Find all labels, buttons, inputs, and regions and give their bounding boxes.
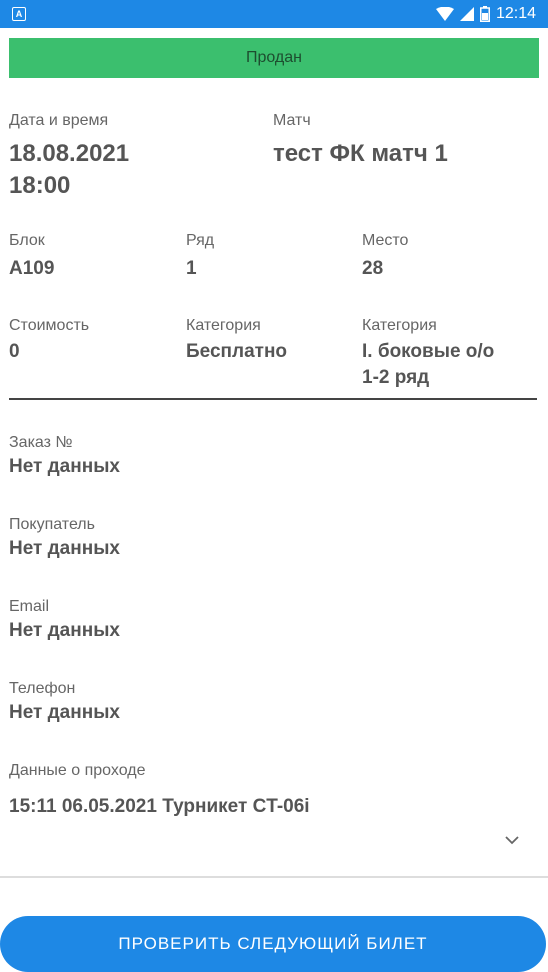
email-field: Email Нет данных xyxy=(9,596,120,644)
order-number-value: Нет данных xyxy=(9,456,120,477)
price-field: Стоимость 0 xyxy=(9,315,89,365)
category-label: Категория xyxy=(186,317,261,334)
email-value: Нет данных xyxy=(9,620,120,641)
battery-icon xyxy=(479,6,490,22)
wifi-icon xyxy=(435,7,454,21)
seat-category-line1: I. боковые о/о xyxy=(362,341,495,362)
check-next-ticket-label: ПРОВЕРИТЬ СЛЕДУЮЩИЙ БИЛЕТ xyxy=(118,934,428,953)
chevron-down-icon[interactable] xyxy=(503,834,521,846)
block-label: Блок xyxy=(9,232,45,249)
datetime-field: Дата и время 18.08.2021 18:00 xyxy=(9,110,129,202)
buyer-field: Покупатель Нет данных xyxy=(9,514,120,562)
row-field: Ряд 1 xyxy=(186,230,214,282)
passage-label: Данные о проходе xyxy=(9,762,146,779)
signal-icon xyxy=(459,7,474,21)
category-value: Бесплатно xyxy=(186,341,288,362)
category-field: Категория Бесплатно xyxy=(186,315,287,365)
row-label: Ряд xyxy=(186,232,215,249)
seat-value: 28 xyxy=(362,258,384,279)
price-label: Стоимость xyxy=(9,317,90,334)
price-value: 0 xyxy=(9,341,20,362)
match-label: Матч xyxy=(273,112,311,129)
datetime-label: Дата и время xyxy=(9,112,109,129)
buyer-value: Нет данных xyxy=(9,538,120,559)
buyer-label: Покупатель xyxy=(9,516,95,533)
status-icons: 12:14 xyxy=(435,5,536,23)
ticket-status-banner: Продан xyxy=(9,38,539,78)
app-notification-icon: A xyxy=(12,7,26,21)
seat-category-line2: 1-2 ряд xyxy=(362,367,430,388)
seat-category-field: Категория I. боковые о/о 1-2 ряд xyxy=(362,315,494,391)
passage-field: Данные о проходе 15:11 06.05.2021 Турник… xyxy=(9,760,310,820)
phone-value: Нет данных xyxy=(9,702,120,723)
phone-field: Телефон Нет данных xyxy=(9,678,120,726)
match-field: Матч тест ФК матч 1 xyxy=(273,110,448,170)
order-number-field: Заказ № Нет данных xyxy=(9,432,120,480)
datetime-date: 18.08.2021 xyxy=(9,140,130,167)
section-divider xyxy=(9,398,537,400)
check-next-ticket-button[interactable]: ПРОВЕРИТЬ СЛЕДУЮЩИЙ БИЛЕТ xyxy=(0,916,546,972)
phone-label: Телефон xyxy=(9,680,76,697)
status-bar: A 12:14 xyxy=(0,0,548,28)
ticket-status-text: Продан xyxy=(245,49,302,66)
row-value: 1 xyxy=(186,258,197,279)
seat-category-label: Категория xyxy=(362,317,437,334)
datetime-time: 18:00 xyxy=(9,172,71,199)
block-field: Блок A109 xyxy=(9,230,54,282)
order-number-label: Заказ № xyxy=(9,434,73,451)
bottom-separator xyxy=(0,876,548,878)
seat-field: Место 28 xyxy=(362,230,408,282)
passage-value: 15:11 06.05.2021 Турникет CT-06i xyxy=(9,796,310,817)
clock: 12:14 xyxy=(495,5,536,22)
email-label: Email xyxy=(9,598,50,615)
seat-label: Место xyxy=(362,232,409,249)
match-value: тест ФК матч 1 xyxy=(273,140,448,167)
block-value: A109 xyxy=(9,258,55,279)
